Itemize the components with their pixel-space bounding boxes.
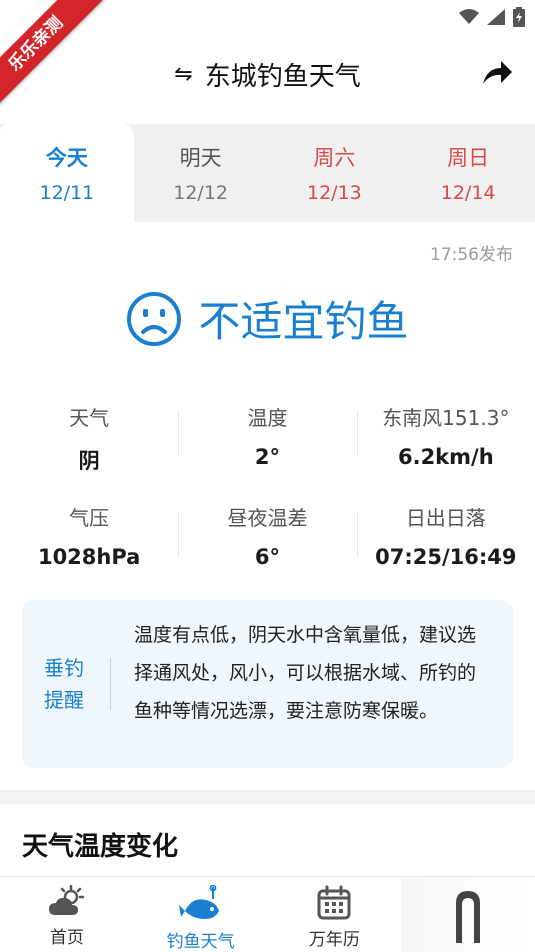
nav-label: 万年历 xyxy=(308,930,360,950)
tab-date-label: 12/12 xyxy=(173,182,228,204)
stat-value: 07:25/16:49 xyxy=(375,545,517,569)
tip-text: 温度有点低，阴天水中含氧量低，建议选择通风处，风小，可以根据水域、所钓的鱼种等情… xyxy=(134,624,477,722)
nav-extra[interactable] xyxy=(401,877,535,952)
swap-location-icon[interactable]: ⇋ xyxy=(174,62,192,87)
tip-label: 垂钓提醒 xyxy=(44,656,84,712)
tab-sunday[interactable]: 周日 12/14 xyxy=(401,124,535,222)
tab-day-label: 周日 xyxy=(447,146,490,170)
fish-icon xyxy=(178,885,219,919)
wifi-icon xyxy=(459,9,479,24)
bottom-nav: 首页 钓鱼天气 万年历 xyxy=(0,876,535,952)
stat-label: 日出日落 xyxy=(405,506,486,530)
section-title: 天气温度变化 xyxy=(22,832,179,862)
signal-icon xyxy=(487,9,505,25)
stat-label: 天气 xyxy=(69,406,110,430)
nav-label: 钓鱼天气 xyxy=(166,932,235,952)
status-icons xyxy=(459,7,525,27)
stat-value: 1028hPa xyxy=(37,545,141,569)
tab-date-label: 12/13 xyxy=(306,182,362,204)
page-title: 东城钓鱼天气 xyxy=(204,62,361,92)
stat-value: 6° xyxy=(254,545,281,569)
stat-temperature: 温度 2° xyxy=(178,402,356,475)
tab-saturday[interactable]: 周六 12/13 xyxy=(268,124,402,222)
title-wrap[interactable]: ⇋ 东城钓鱼天气 xyxy=(0,56,535,93)
tab-day-label: 今天 xyxy=(45,146,88,170)
section-divider xyxy=(0,790,535,804)
day-tabs: 今天 12/11 明天 12/12 周六 12/13 周日 12/14 xyxy=(0,124,535,222)
nav-label: 首页 xyxy=(49,928,84,948)
nav-home[interactable]: 首页 xyxy=(0,877,134,952)
weather-cloud-icon xyxy=(48,885,85,915)
stat-value: 6.2km/h xyxy=(397,445,494,469)
header: ⇋ 东城钓鱼天气 xyxy=(0,40,535,110)
tab-day-label: 周六 xyxy=(313,146,356,170)
stat-value: 2° xyxy=(254,445,281,469)
stat-label: 气压 xyxy=(69,506,110,530)
tab-date-label: 12/11 xyxy=(39,182,95,204)
battery-icon xyxy=(513,7,525,27)
fishing-verdict: 不适宜钓鱼 xyxy=(0,288,535,349)
publish-time: 17:56发布 xyxy=(430,245,513,265)
stat-label: 东南风151.3° xyxy=(382,406,510,430)
stat-pressure: 气压 1028hPa xyxy=(0,502,178,569)
tip-divider xyxy=(110,658,111,710)
fishing-tip-card: 垂钓提醒 温度有点低，阴天水中含氧量低，建议选择通风处，风小，可以根据水域、所钓… xyxy=(22,600,513,768)
stat-value: 阴 xyxy=(78,449,100,473)
stat-temp-range: 昼夜温差 6° xyxy=(178,502,356,569)
verdict-text: 不适宜钓鱼 xyxy=(198,297,409,346)
tab-today[interactable]: 今天 12/11 xyxy=(0,124,134,222)
sad-face-icon xyxy=(127,291,182,346)
calendar-icon xyxy=(317,885,351,920)
tab-tomorrow[interactable]: 明天 12/12 xyxy=(134,124,268,222)
stat-sunrise-sunset: 日出日落 07:25/16:49 xyxy=(356,502,535,569)
stat-wind: 东南风151.3° 6.2km/h xyxy=(356,402,535,475)
tab-date-label: 12/14 xyxy=(440,182,496,204)
stat-label: 温度 xyxy=(247,406,288,430)
nav-calendar[interactable]: 万年历 xyxy=(268,877,402,952)
share-icon[interactable] xyxy=(481,58,513,88)
stats-row-2: 气压 1028hPa 昼夜温差 6° 日出日落 07:25/16:49 xyxy=(0,502,535,569)
stat-weather: 天气 阴 xyxy=(0,402,178,475)
nav-fishing-weather[interactable]: 钓鱼天气 xyxy=(134,877,268,952)
stat-label: 昼夜温差 xyxy=(227,506,308,530)
tab-day-label: 明天 xyxy=(179,146,222,170)
stats-row-1: 天气 阴 温度 2° 东南风151.3° 6.2km/h xyxy=(0,402,535,475)
arch-icon xyxy=(456,891,481,943)
